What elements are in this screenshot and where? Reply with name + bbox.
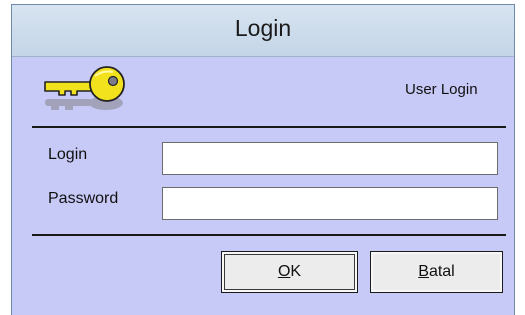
title-bar[interactable]: Login [12, 5, 514, 57]
separator-bottom [32, 234, 506, 236]
cancel-button[interactable]: Batal [370, 251, 503, 293]
ok-button-mnemonic: O [277, 263, 291, 280]
cancel-button-label: atal [428, 263, 455, 280]
password-input[interactable] [162, 187, 498, 220]
login-input[interactable] [162, 142, 498, 175]
window-title: Login [234, 15, 292, 41]
header-subtitle: User Login [405, 81, 478, 98]
key-icon [44, 66, 125, 110]
password-label: Password [48, 190, 119, 207]
login-dialog: Login User Login Login Password OK Batal [11, 4, 515, 315]
ok-button[interactable]: OK [221, 251, 358, 293]
login-label: Login [48, 146, 88, 163]
ok-button-label: K [290, 263, 302, 280]
separator-top [32, 126, 506, 128]
cancel-button-mnemonic: B [418, 263, 429, 280]
